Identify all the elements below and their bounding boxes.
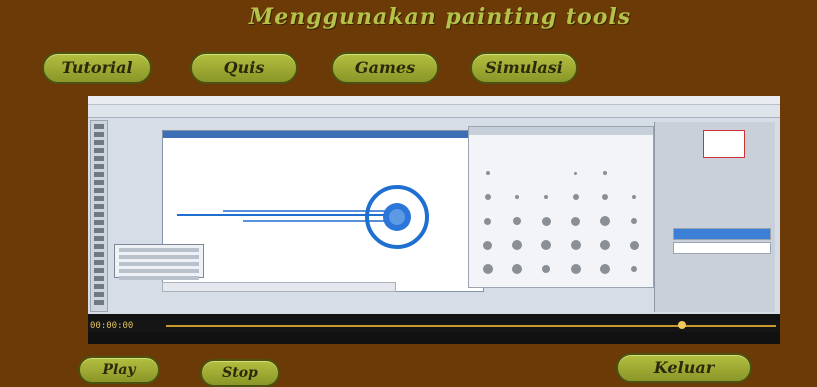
seek-handle[interactable] [678, 321, 686, 329]
video-player[interactable]: 00:00:00 [88, 96, 780, 344]
simulasi-button[interactable]: Simulasi [470, 52, 578, 84]
layers-panel [654, 122, 775, 312]
quis-button[interactable]: Quis [190, 52, 298, 84]
brush-preset-panel [468, 126, 654, 288]
page-title: Menggunakan painting tools [248, 4, 632, 30]
app-options-bar [88, 105, 780, 118]
play-button[interactable]: Play [78, 356, 160, 384]
video-frame [88, 96, 780, 314]
tool-flyout-menu [114, 244, 204, 280]
keluar-button[interactable]: Keluar [616, 353, 752, 383]
document-statusbar [162, 282, 396, 292]
time-display: 00:00:00 [90, 321, 134, 331]
app-menubar [88, 96, 780, 105]
games-button[interactable]: Games [331, 52, 439, 84]
seek-bar[interactable]: 00:00:00 [88, 320, 780, 332]
navigator-thumbnail [703, 130, 745, 158]
document-window [162, 130, 484, 292]
layer-row [673, 242, 771, 254]
brush-stroke-drawing [177, 185, 429, 249]
layer-row-selected [673, 228, 771, 240]
tutorial-button[interactable]: Tutorial [42, 52, 152, 84]
app-toolbox [90, 120, 108, 312]
